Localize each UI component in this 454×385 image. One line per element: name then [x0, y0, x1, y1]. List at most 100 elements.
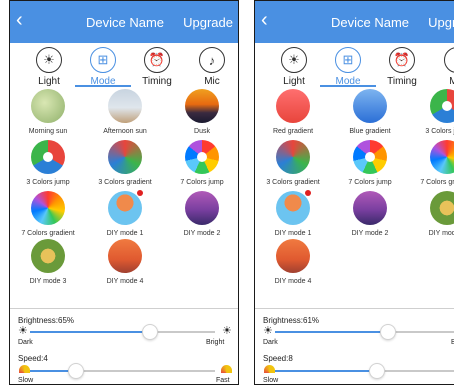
tab-timing[interactable]: ⏰ Timing — [135, 47, 179, 87]
mode-thumbnail — [353, 191, 387, 225]
mode-thumbnail — [185, 89, 219, 123]
mode-center-dot — [43, 152, 53, 162]
mode-item[interactable]: DIY mode 2 — [164, 191, 238, 237]
mode-thumbnail — [430, 191, 454, 225]
mode-thumbnail — [31, 140, 65, 174]
mode-thumbnail — [108, 190, 143, 225]
brightness-knob[interactable] — [142, 324, 159, 340]
tab-label: Light — [38, 76, 60, 87]
mode-thumbnail — [31, 191, 65, 225]
microphone-icon: ♪ — [444, 47, 454, 73]
mode-thumbnail — [430, 89, 454, 123]
mode-item[interactable]: Red gradient — [255, 89, 331, 135]
brightness-min-label: Dark — [18, 339, 33, 346]
tab-label: Timing — [387, 76, 417, 87]
bulb-icon: ☀ — [36, 47, 62, 73]
tab-mic[interactable]: ♪ Mic — [435, 47, 454, 87]
device-title: Device Name — [330, 15, 410, 30]
tab-mode[interactable]: ⊞ Mode — [320, 47, 376, 87]
alarm-clock-icon: ⏰ — [389, 47, 415, 73]
speed-fast-icon — [221, 365, 232, 373]
mode-label: DIY mode 1 — [106, 230, 144, 237]
speed-slider[interactable] — [30, 370, 215, 372]
speed-label: Speed:4 — [18, 354, 48, 363]
tab-label: Mode — [90, 76, 116, 87]
mode-label: DIY mode 3 — [29, 278, 67, 285]
mode-item[interactable]: 3 Colors jump — [10, 140, 86, 186]
mode-item[interactable]: 3 Colors jump — [409, 89, 454, 135]
speed-min-label: Slow — [18, 377, 34, 384]
new-badge — [305, 190, 311, 196]
mode-thumbnail — [276, 140, 310, 174]
brightness-fill — [275, 331, 388, 333]
mode-thumbnail — [108, 140, 142, 174]
mode-item[interactable]: 3 Colors gradient — [87, 140, 163, 186]
brightness-label: Brightness:61% — [263, 316, 320, 325]
mode-item[interactable]: DIY mode 3 — [409, 191, 454, 237]
mode-thumbnail — [276, 89, 310, 123]
mode-thumbnail — [31, 239, 65, 273]
mode-thumbnail — [353, 140, 387, 174]
mode-item[interactable]: DIY mode 1 — [255, 190, 331, 237]
mode-item[interactable]: 7 Colors gradient — [10, 191, 86, 237]
sun-dim-icon: ☀ — [18, 325, 28, 337]
mode-thumbnail — [185, 140, 219, 174]
mode-item[interactable]: 7 Colors gradient — [409, 140, 454, 186]
mode-label: Afternoon sun — [103, 128, 147, 135]
brightness-max-label: Bright — [206, 339, 225, 346]
mode-label: DIY mode 2 — [183, 230, 221, 237]
speed-slider[interactable] — [275, 370, 454, 372]
sun-dim-icon: ☀ — [263, 325, 273, 337]
mode-item[interactable]: DIY mode 2 — [332, 191, 408, 237]
mode-item[interactable]: DIY mode 4 — [87, 239, 163, 285]
tab-mode[interactable]: ⊞ Mode — [75, 47, 131, 87]
grid-icon: ⊞ — [90, 47, 116, 73]
speed-slow-icon — [19, 365, 30, 373]
upgrade-button[interactable]: Upgrade — [183, 15, 233, 30]
mode-item[interactable]: 3 Colors gradient — [255, 140, 331, 186]
mode-center-dot — [442, 101, 452, 111]
tab-bar: ☀ Light ⊞ Mode ⏰ Timing ♪ Mic — [10, 43, 238, 87]
controls-divider — [255, 308, 454, 309]
tab-light[interactable]: ☀ Light — [272, 47, 316, 87]
app-header: ‹Device NameUpgrade — [10, 1, 238, 43]
mode-thumbnail — [353, 89, 387, 123]
mode-thumbnail — [108, 239, 142, 273]
mode-item[interactable]: DIY mode 4 — [255, 239, 331, 285]
mode-label: 7 Colors gradient — [420, 179, 454, 186]
mode-item[interactable]: Afternoon sun — [87, 89, 163, 135]
phone-screen-right: ‹Device NameUpgrade☀Light⊞Mode⏰Timing♪Mi… — [254, 0, 454, 385]
mode-item[interactable]: DIY mode 1 — [87, 190, 163, 237]
upgrade-button[interactable]: Upgrade — [428, 15, 454, 30]
tab-timing[interactable]: ⏰ Timing — [380, 47, 424, 87]
tab-bar: ☀ Light ⊞ Mode ⏰ Timing ♪ Mic — [255, 43, 454, 87]
tab-label: Mic — [435, 76, 454, 87]
speed-fill — [275, 370, 377, 372]
tab-label: Timing — [142, 76, 172, 87]
mode-label: 3 Colors gradient — [98, 179, 152, 186]
tab-label: Mic — [204, 76, 220, 87]
mode-item[interactable]: Dusk — [164, 89, 238, 135]
mode-center-dot — [365, 152, 375, 162]
speed-knob[interactable] — [368, 363, 385, 379]
mode-item[interactable]: 7 Colors jump — [164, 140, 238, 186]
mode-item[interactable]: 7 Colors jump — [332, 140, 408, 186]
mode-thumbnail — [430, 140, 454, 174]
brightness-slider[interactable] — [30, 331, 215, 333]
speed-max-label: Fast — [216, 377, 230, 384]
mode-label: 7 Colors gradient — [21, 230, 75, 237]
mode-label: 3 Colors gradient — [266, 179, 320, 186]
speed-knob[interactable] — [68, 363, 85, 379]
phone-screen-left: ‹ Device Name Upgrade ☀ Light ⊞ Mode ⏰ Timing ♪ Mi… — [9, 0, 239, 385]
mode-thumbnail — [185, 191, 219, 225]
brightness-knob[interactable] — [379, 324, 396, 340]
mode-label: 3 Colors jump — [425, 128, 454, 135]
mode-label: DIY mode 4 — [274, 278, 312, 285]
mode-item[interactable]: Morning sun — [10, 89, 86, 135]
tab-mic[interactable]: ♪ Mic — [190, 47, 234, 87]
brightness-fill — [30, 331, 151, 333]
tab-light[interactable]: ☀ Light — [27, 47, 71, 87]
brightness-slider[interactable] — [275, 331, 454, 333]
mode-item[interactable]: DIY mode 3 — [10, 239, 86, 285]
mode-item[interactable]: Blue gradient — [332, 89, 408, 135]
